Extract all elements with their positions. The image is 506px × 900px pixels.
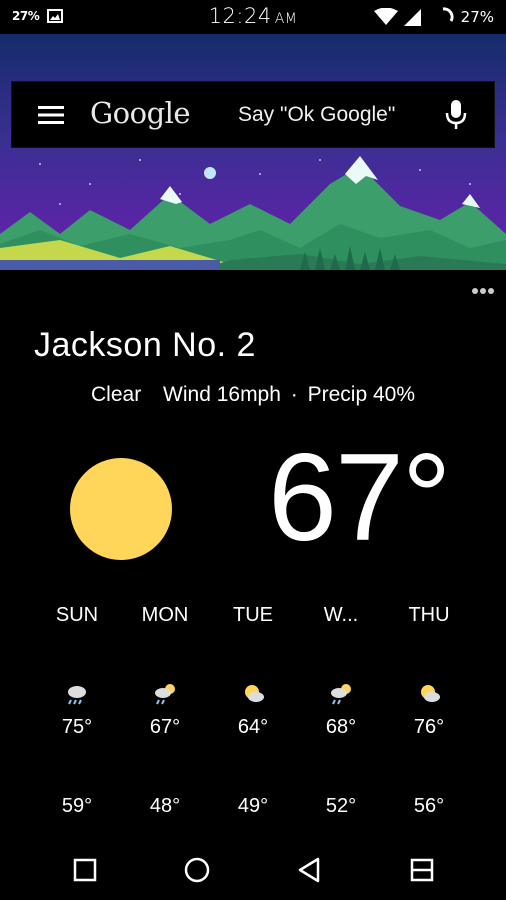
forecast-day-label: THU: [408, 604, 450, 626]
google-search-bar[interactable]: Google Say "Ok Google": [11, 81, 495, 148]
partly-cloudy-icon: [421, 685, 440, 702]
sun-icon: [70, 458, 172, 560]
google-logo: Google: [90, 96, 191, 130]
battery-charging-icon: [442, 7, 454, 22]
forecast-high: 68°: [325, 716, 357, 738]
more-options-icon[interactable]: [471, 284, 495, 298]
forecast-low: 48°: [149, 795, 181, 817]
mountain-illustration: [0, 34, 506, 270]
precip-text: Precip 40%: [307, 383, 415, 406]
clock-time: 12:24: [208, 4, 272, 28]
forecast-day-label: MON: [141, 604, 189, 626]
separator-dot: ·: [290, 383, 298, 406]
forecast-low: 56°: [413, 795, 445, 817]
current-temperature: 67°: [268, 429, 452, 567]
forecast-low: 49°: [237, 795, 269, 817]
menu-icon[interactable]: [38, 104, 64, 126]
forecast-high: 67°: [149, 716, 181, 738]
forecast-high: 76°: [413, 716, 445, 738]
back-button[interactable]: [296, 856, 324, 884]
status-bar: 27% 12:24 AM 27%: [0, 0, 506, 34]
signal-icon: [403, 8, 421, 26]
forecast-low: 52°: [325, 795, 357, 817]
navigation-bar: [0, 840, 506, 900]
forecast-low: 59°: [61, 795, 93, 817]
wifi-icon: [373, 8, 398, 25]
forecast-high: 75°: [61, 716, 93, 738]
recents-button[interactable]: [71, 856, 99, 884]
rain-cloud-sun-icon: [155, 684, 175, 705]
voice-search-hint[interactable]: Say "Ok Google": [238, 103, 395, 127]
battery-percent: 27%: [460, 8, 494, 26]
home-button[interactable]: [183, 856, 211, 884]
weather-conditions: Clear Wind 16mph · Precip 40%: [0, 383, 506, 407]
header-illustration: Google Say "Ok Google": [0, 34, 506, 270]
condition-text: Clear: [91, 383, 142, 406]
rain-cloud-icon: [68, 686, 86, 705]
wind-text: Wind 16mph: [163, 383, 281, 406]
partly-cloudy-icon: [245, 685, 264, 702]
mic-icon[interactable]: [444, 99, 468, 131]
forecast-day-label: W...: [323, 604, 359, 626]
forecast-high: 64°: [237, 716, 269, 738]
location-name: Jackson No. 2: [34, 326, 256, 364]
forecast-day-label: TUE: [233, 604, 273, 626]
split-screen-button[interactable]: [408, 856, 436, 884]
clock-ampm: AM: [274, 11, 298, 27]
forecast-day-label: SUN: [55, 604, 99, 626]
rain-cloud-sun-icon: [331, 684, 351, 705]
status-bar-right: 27%: [373, 7, 494, 27]
